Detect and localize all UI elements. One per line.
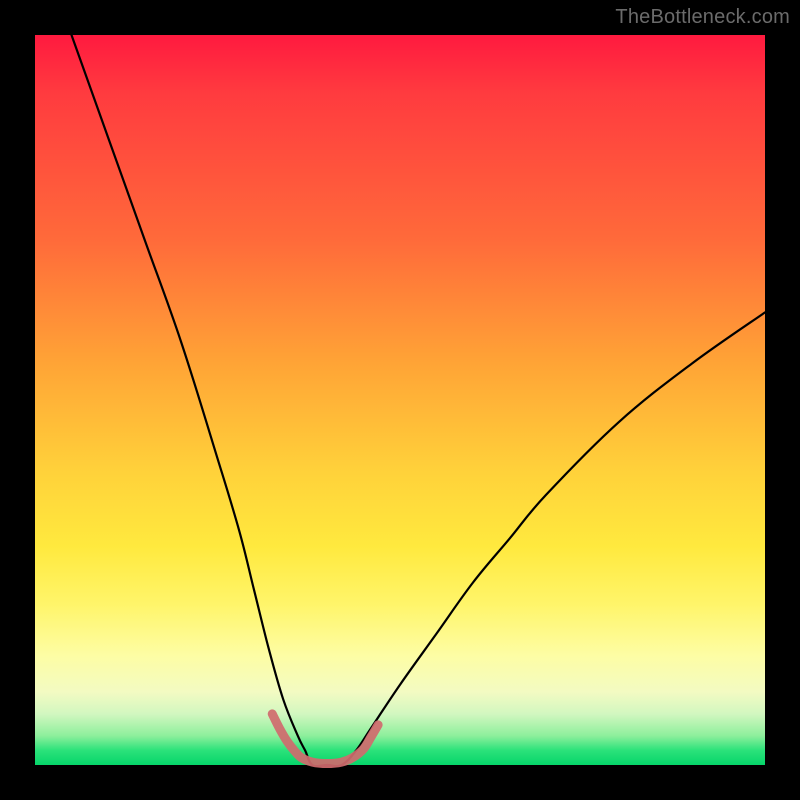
plot-area	[35, 35, 765, 765]
chart-stage: TheBottleneck.com	[0, 0, 800, 800]
curve-layer	[35, 35, 765, 765]
watermark-text: TheBottleneck.com	[615, 6, 790, 29]
bottleneck-curve	[72, 35, 766, 766]
bottom-marker-band	[272, 714, 378, 764]
